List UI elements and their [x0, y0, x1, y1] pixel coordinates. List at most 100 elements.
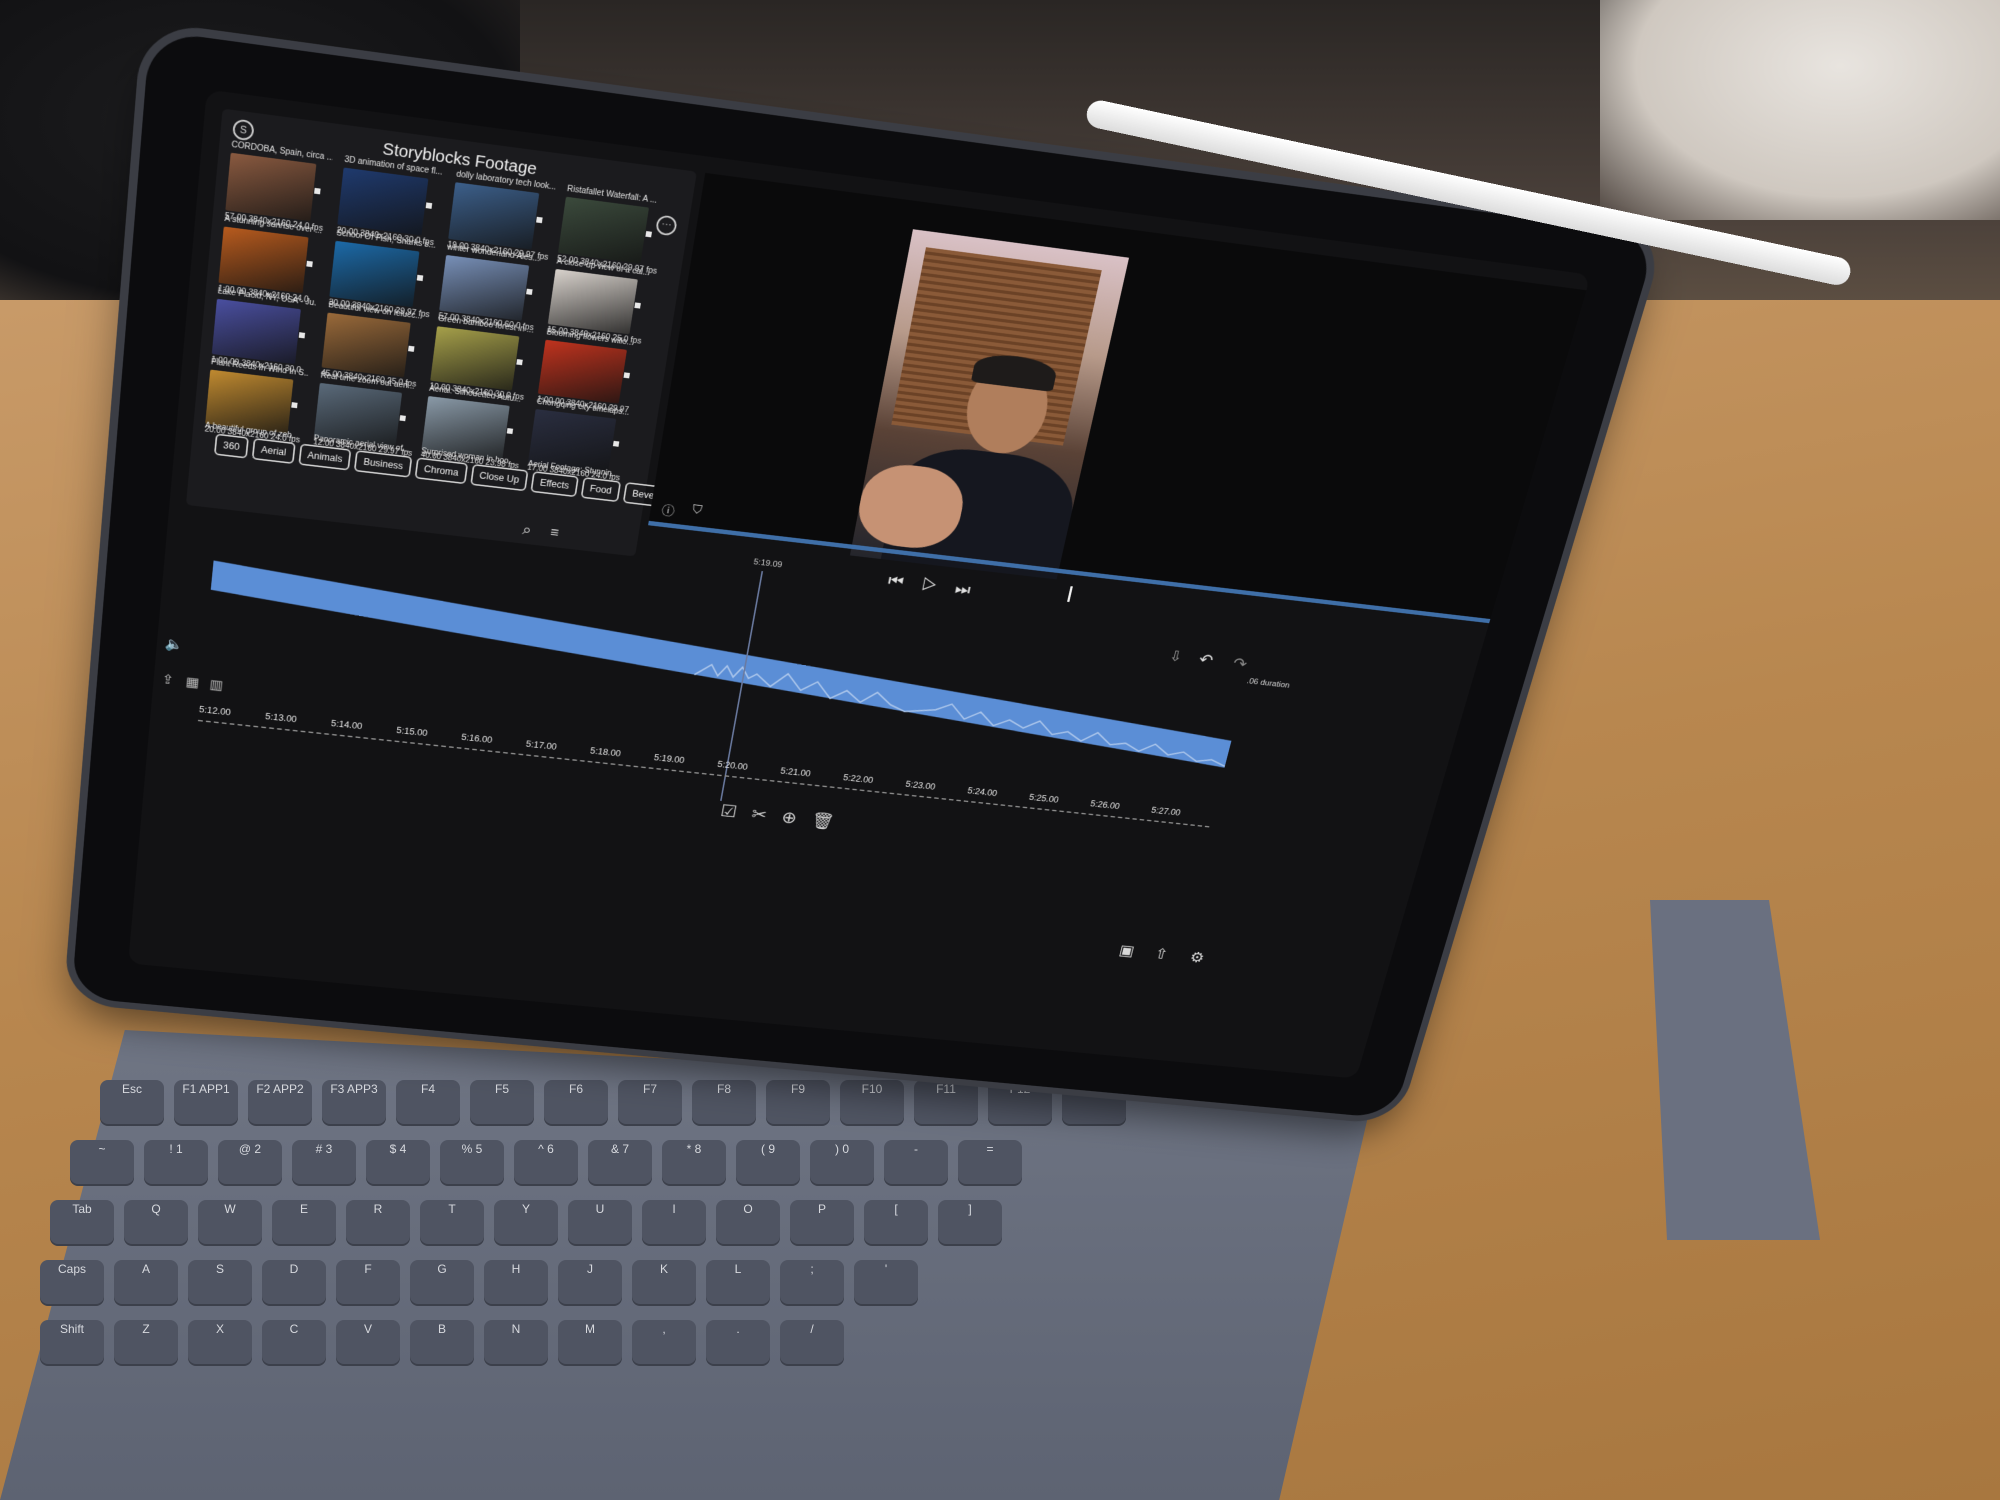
tag-button[interactable]: Close Up [470, 463, 529, 492]
clip-thumbnail[interactable] [337, 167, 429, 236]
keyboard-key[interactable]: H [484, 1260, 548, 1304]
select-checkbox[interactable] [634, 302, 641, 309]
keyboard-key[interactable]: A [114, 1260, 178, 1304]
select-checkbox[interactable] [408, 345, 415, 352]
keyboard-key[interactable]: G [410, 1260, 474, 1304]
scissors-icon[interactable]: ✂ [750, 805, 783, 826]
marker-add-icon[interactable]: ⛉ [691, 504, 703, 518]
keyboard-key[interactable]: S [188, 1260, 252, 1304]
play-icon[interactable]: ▷ [920, 575, 957, 597]
keyboard-key[interactable]: P [790, 1200, 854, 1244]
clip-thumbnail[interactable] [218, 226, 309, 294]
keyboard-key[interactable]: M [558, 1320, 622, 1364]
clip-thumbnail[interactable] [537, 339, 627, 404]
clip-thumbnail[interactable] [448, 182, 540, 250]
select-checkbox[interactable] [399, 415, 406, 422]
keyboard-key[interactable]: Y [494, 1200, 558, 1244]
keyboard-key[interactable]: Caps [40, 1260, 104, 1304]
select-checkbox[interactable] [416, 274, 424, 282]
keyboard-key[interactable]: R [346, 1200, 410, 1244]
keyboard-key[interactable]: T [420, 1200, 484, 1244]
keyboard-key[interactable]: O [716, 1200, 780, 1244]
select-checkbox[interactable] [536, 216, 543, 224]
keyboard-key[interactable]: = [958, 1140, 1022, 1184]
keyboard-key[interactable]: ) 0 [810, 1140, 874, 1184]
keyboard-key[interactable]: ' [854, 1260, 918, 1304]
clip-thumbnail[interactable] [211, 298, 301, 365]
clip-thumbnail[interactable] [321, 312, 411, 378]
clip-thumbnail[interactable] [430, 326, 520, 391]
tag-button[interactable]: Food [580, 476, 622, 503]
keyboard-key[interactable]: J [558, 1260, 622, 1304]
keyboard-key[interactable]: [ [864, 1200, 928, 1244]
keyboard-key[interactable]: F [336, 1260, 400, 1304]
clip-thumbnail[interactable] [329, 240, 420, 308]
check-icon[interactable]: ☑ [719, 802, 753, 823]
keyboard-key[interactable]: Q [124, 1200, 188, 1244]
import-icon[interactable]: ⇪ [161, 672, 174, 688]
keyboard-key[interactable]: ^ 6 [514, 1140, 578, 1184]
select-checkbox[interactable] [306, 260, 313, 268]
select-checkbox[interactable] [623, 372, 630, 379]
keyboard-key[interactable]: B [410, 1320, 474, 1364]
keyboard-key[interactable]: ! 1 [144, 1140, 208, 1184]
clip-thumbnail[interactable] [557, 196, 650, 264]
keyboard-key[interactable]: W [198, 1200, 262, 1244]
select-checkbox[interactable] [314, 187, 321, 195]
keyboard-key[interactable]: L [706, 1260, 770, 1304]
select-checkbox[interactable] [516, 359, 523, 366]
layout-icon[interactable]: ▣ [1117, 942, 1136, 960]
keyboard-key[interactable]: Esc [100, 1080, 164, 1124]
keyboard-key[interactable]: V [336, 1320, 400, 1364]
select-checkbox[interactable] [506, 428, 514, 435]
keyboard-key[interactable]: U [568, 1200, 632, 1244]
keyboard-key[interactable]: / [780, 1320, 844, 1364]
keyboard-key[interactable]: . [706, 1320, 770, 1364]
keyboard-key[interactable]: Z [114, 1320, 178, 1364]
tag-button[interactable]: Effects [530, 471, 579, 498]
keyboard-key[interactable]: ; [780, 1260, 844, 1304]
select-checkbox[interactable] [645, 231, 652, 238]
select-checkbox[interactable] [298, 332, 306, 339]
tag-button[interactable]: Aerial [251, 437, 296, 465]
keyboard-key[interactable]: & 7 [588, 1140, 652, 1184]
search-icon[interactable]: ⌕ [521, 521, 532, 539]
trash-icon[interactable]: 🗑 [810, 811, 851, 833]
share-icon[interactable]: ⇧ [1153, 945, 1170, 963]
keyboard-key[interactable]: N [484, 1320, 548, 1364]
waveform-icon[interactable]: ▥ [209, 677, 224, 693]
sort-icon[interactable]: ≡ [549, 524, 560, 540]
keyboard-key[interactable]: D [262, 1260, 326, 1304]
keyboard-key[interactable]: * 8 [662, 1140, 726, 1184]
keyboard-key[interactable]: Shift [40, 1320, 104, 1364]
add-icon[interactable]: ⊕ [780, 808, 813, 829]
keyboard-key[interactable]: F2 APP2 [248, 1080, 312, 1124]
keyboard-key[interactable]: % 5 [440, 1140, 504, 1184]
clip-thumbnail[interactable] [439, 254, 530, 321]
keyboard-key[interactable]: # 3 [292, 1140, 356, 1184]
keyboard-key[interactable]: - [884, 1140, 948, 1184]
clip-thumbnail[interactable] [225, 152, 317, 222]
skip-forward-icon[interactable]: ⏭ [953, 579, 990, 601]
video-frame[interactable] [849, 229, 1130, 580]
keyboard-key[interactable]: F1 APP1 [174, 1080, 238, 1124]
keyboard-key[interactable]: ] [938, 1200, 1002, 1244]
keyboard-key[interactable]: X [188, 1320, 252, 1364]
keyboard-key[interactable]: I [642, 1200, 706, 1244]
keyboard-key[interactable]: C [262, 1320, 326, 1364]
select-checkbox[interactable] [612, 440, 620, 447]
keyboard-key[interactable]: Tab [50, 1200, 114, 1244]
skip-back-icon[interactable]: ⏮ [887, 571, 924, 593]
keyboard-key[interactable]: E [272, 1200, 336, 1244]
keyboard-key[interactable]: , [632, 1320, 696, 1364]
keyboard-key[interactable]: K [632, 1260, 696, 1304]
volume-icon[interactable]: 🔈 [164, 636, 183, 653]
keyboard-key[interactable]: @ 2 [218, 1140, 282, 1184]
select-checkbox[interactable] [526, 288, 533, 295]
clip-thumbnail[interactable] [547, 268, 638, 335]
keyboard-key[interactable]: ( 9 [736, 1140, 800, 1184]
info-icon[interactable]: ⓘ [661, 500, 677, 519]
tag-button[interactable]: 360 [213, 433, 249, 459]
select-checkbox[interactable] [425, 202, 433, 209]
scrub-handle[interactable] [1067, 586, 1073, 603]
